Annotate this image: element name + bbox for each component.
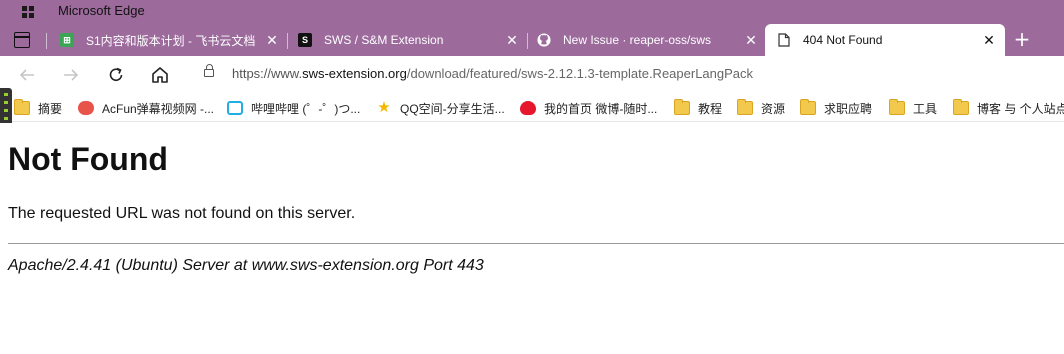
home-button[interactable] <box>150 65 170 85</box>
tab-separator <box>46 33 47 49</box>
bookmark-label: 博客 与 个人站点 <box>977 101 1064 116</box>
bilibili-icon <box>227 101 243 115</box>
windows-logo-icon <box>22 6 34 18</box>
server-signature: Apache/2.4.41 (Ubuntu) Server at www.sws… <box>8 257 484 274</box>
bookmark-label: 工具 <box>913 101 938 116</box>
forward-button[interactable] <box>61 65 81 85</box>
bookmark-label: QQ空间-分享生活... <box>400 101 505 116</box>
bookmark-bilibili[interactable]: 哔哩哔哩 (゜-゜)つ... <box>227 99 360 117</box>
folder-icon <box>674 99 690 115</box>
tab-separator <box>287 33 288 49</box>
close-icon[interactable]: ✕ <box>743 32 759 48</box>
close-icon[interactable]: ✕ <box>981 32 997 48</box>
bookmark-folder[interactable]: 教程 <box>674 99 722 117</box>
folder-icon <box>737 99 753 115</box>
close-icon[interactable]: ✕ <box>264 32 280 48</box>
error-message: The requested URL was not found on this … <box>8 205 356 222</box>
app-title: Microsoft Edge <box>58 3 145 18</box>
bookmark-label: 我的首页 微博-随时... <box>544 101 658 116</box>
divider <box>8 243 1064 244</box>
bookmark-folder[interactable]: 求职应聘 <box>800 99 872 117</box>
page-title: Not Found <box>8 141 168 177</box>
tab-sws[interactable]: S SWS / S&M Extension ✕ <box>298 24 520 56</box>
github-icon <box>537 33 551 47</box>
lock-icon[interactable] <box>204 64 214 77</box>
page-icon <box>777 33 791 47</box>
url-path: /download/featured/sws-2.12.1.3-template… <box>406 66 754 81</box>
tab-404-not-found[interactable]: 404 Not Found ✕ <box>765 24 1005 56</box>
page-content: Not Found The requested URL was not foun… <box>0 123 1064 354</box>
new-tab-button[interactable]: + <box>1011 28 1033 50</box>
bookmark-acfun[interactable]: AcFun弹幕视频网 -... <box>78 99 214 117</box>
bookmark-folder[interactable]: 资源 <box>737 99 785 117</box>
bookmark-label: 教程 <box>698 101 723 116</box>
bookmark-weibo[interactable]: 我的首页 微博-随时... <box>520 99 657 117</box>
tab-feishu[interactable]: ⊞ S1内容和版本计划 - 飞书云文档 ✕ <box>60 24 280 56</box>
bookmark-qzone[interactable]: ★ QQ空间-分享生活... <box>376 99 505 117</box>
weibo-icon <box>520 101 536 115</box>
bookmark-label: 求职应聘 <box>824 101 873 116</box>
forward-arrow-icon <box>64 69 79 81</box>
bookmark-label: 哔哩哔哩 (゜-゜)つ... <box>251 101 361 116</box>
tab-label: SWS / S&M Extension <box>324 33 444 47</box>
close-icon[interactable]: ✕ <box>504 32 520 48</box>
tab-github-issue[interactable]: New Issue · reaper-oss/sws ✕ <box>537 24 759 56</box>
url-text[interactable]: https://www.sws-extension.org/download/f… <box>232 66 753 81</box>
sws-logo-icon: S <box>298 33 312 47</box>
folder-icon <box>800 99 816 115</box>
refresh-button[interactable] <box>106 65 126 85</box>
bookmark-label: AcFun弹幕视频网 -... <box>102 101 215 116</box>
navigation-bar: https://www.sws-extension.org/download/f… <box>0 56 1064 94</box>
tab-actions-icon[interactable] <box>14 32 30 48</box>
bookmark-folder[interactable]: 博客 与 个人站点 <box>953 99 1064 117</box>
refresh-icon <box>109 67 123 81</box>
folder-icon <box>953 99 969 115</box>
bookmark-label: 资源 <box>761 101 786 116</box>
feishu-doc-icon: ⊞ <box>60 33 74 47</box>
url-domain: sws-extension.org <box>302 66 407 81</box>
bookmark-folder[interactable]: 工具 <box>889 99 937 117</box>
home-icon <box>152 67 168 83</box>
tab-label: S1内容和版本计划 - 飞书云文档 <box>86 33 256 48</box>
sidebar-handle[interactable] <box>0 88 12 126</box>
address-bar[interactable]: https://www.sws-extension.org/download/f… <box>188 60 1064 90</box>
folder-icon <box>14 99 30 115</box>
url-scheme: https://www. <box>232 66 303 81</box>
tab-label: 404 Not Found <box>803 33 883 47</box>
tab-separator <box>527 33 528 49</box>
bookmarks-bar: 摘要 AcFun弹幕视频网 -... 哔哩哔哩 (゜-゜)つ... ★ QQ空间-… <box>0 94 1064 122</box>
tab-label: New Issue · reaper-oss/sws <box>563 33 712 47</box>
back-arrow-icon <box>19 69 34 81</box>
qzone-star-icon: ★ <box>377 99 391 116</box>
acfun-icon <box>78 101 94 115</box>
title-bar: Microsoft Edge <box>0 0 1064 24</box>
back-button[interactable] <box>17 65 37 85</box>
bookmark-label: 摘要 <box>38 101 63 116</box>
folder-icon <box>889 99 905 115</box>
bookmark-folder[interactable]: 摘要 <box>14 99 62 117</box>
tab-strip: ⊞ S1内容和版本计划 - 飞书云文档 ✕ S SWS / S&M Extens… <box>0 24 1064 56</box>
